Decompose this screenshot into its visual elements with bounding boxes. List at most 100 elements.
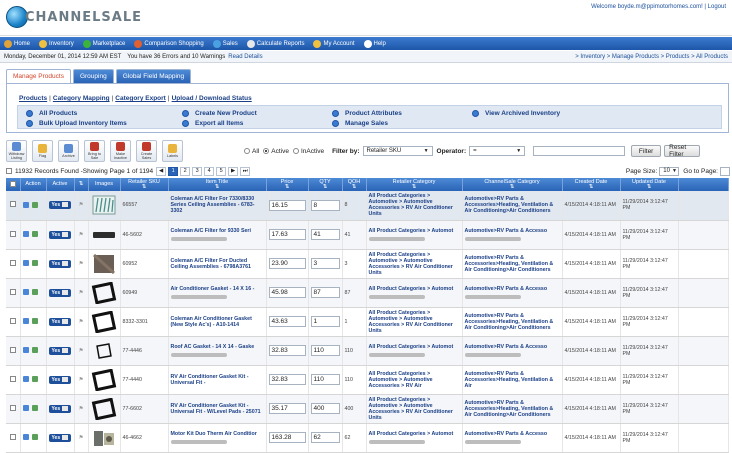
row-flag-cell[interactable]: ⚑ [74,220,89,250]
col-qty[interactable]: QTY ⇅ [308,178,343,191]
table-row[interactable]: Yes ⚑ 8332-3301 Coleman Air Conditioner Gas… [6,307,729,337]
row-image-cell[interactable] [88,249,121,279]
qty-input[interactable]: 110 [310,374,340,385]
col-channelsale-category[interactable]: ChannelSale Category ⇅ [462,178,563,191]
row-image-cell[interactable] [88,220,121,250]
row-flag-cell[interactable]: ⚑ [74,307,89,337]
row-image-cell[interactable] [88,278,121,308]
next-page-button[interactable]: ▶ [228,166,239,176]
col-item-title[interactable]: Item Title ⇅ [168,178,267,191]
row-flag-cell[interactable]: ⚑ [74,278,89,308]
edit-icon[interactable] [22,434,29,441]
copy-icon[interactable] [31,405,38,412]
edit-icon[interactable] [22,289,29,296]
qty-input[interactable]: 400 [310,403,340,414]
row-checkbox[interactable] [9,404,16,411]
price-input[interactable]: 43.63 [268,316,306,327]
filter-by-select[interactable]: Retailer SKU ▼ [362,146,433,156]
price-input[interactable]: 163.28 [268,432,306,443]
active-toggle[interactable]: Yes [48,230,72,239]
row-checkbox[interactable] [9,346,16,353]
toolbar-sale-button[interactable]: Bring to Sale [84,140,105,162]
row-title[interactable]: Coleman Air Conditioner Gasket (New Styl… [171,316,264,328]
edit-icon[interactable] [22,260,29,267]
sublink-category-mapping[interactable]: Category Mapping [53,95,110,102]
copy-icon[interactable] [31,376,38,383]
table-row[interactable]: Yes ⚑ 77-6602 RV Air Conditioner Gasket Kit… [6,394,729,424]
edit-icon[interactable] [22,318,29,325]
qty-input[interactable]: 110 [310,345,340,356]
qty-input[interactable]: 62 [310,432,340,443]
welcome-text[interactable]: Welcome boyde.m@ppimotorhomes.com! | Log… [591,4,726,10]
qty-input[interactable]: 87 [310,287,340,298]
filter-value-input[interactable] [533,146,626,156]
row-checkbox[interactable] [9,433,16,440]
table-row[interactable]: Yes ⚑ 77-4446 Roof AC Gasket - 14 X 14 - Ga… [6,336,729,366]
pager-checkbox[interactable] [6,168,12,174]
row-select-cell[interactable] [6,336,21,366]
row-title[interactable]: Motor Kit Duo Therm Air Conditior [171,431,264,437]
edit-icon[interactable] [22,405,29,412]
sublink-upload-download-status[interactable]: Upload / Download Status [172,95,252,102]
row-checkbox[interactable] [9,259,16,266]
radio-active[interactable] [263,148,270,154]
price-input[interactable]: 35.17 [268,403,306,414]
radio-inactive[interactable] [292,148,299,154]
nav-help[interactable]: Help [363,39,386,48]
tab-manage-products[interactable]: Manage Products [6,69,71,83]
sublink-products[interactable]: Products [19,95,47,102]
table-row[interactable]: Yes ⚑ 46-5602 Coleman A/C Filter for 9330 S… [6,220,729,250]
reset-filter-button[interactable]: Reset Filter [664,144,701,158]
copy-icon[interactable] [31,347,38,354]
row-select-cell[interactable] [6,220,21,250]
last-page-button[interactable]: ⏭ [240,166,251,176]
nav-reports[interactable]: Calculate Reports [246,39,304,48]
row-title[interactable]: RV Air Conditioner Gasket Kit - Universa… [171,374,264,386]
qty-input[interactable]: 41 [310,229,340,240]
row-title[interactable]: Roof AC Gasket - 14 X 14 - Gaske [171,344,264,350]
price-input[interactable]: 45.98 [268,287,306,298]
row-select-cell[interactable] [6,307,21,337]
toolbar-withdraw-button[interactable]: Withdraw Listing [6,140,27,162]
action-product-attributes[interactable]: Product Attributes [332,108,472,118]
active-toggle[interactable]: Yes [48,317,72,326]
read-details-link[interactable]: Read Details [228,54,262,60]
copy-icon[interactable] [31,231,38,238]
row-select-cell[interactable] [6,365,21,395]
nav-comparison[interactable]: Comparison Shopping [134,39,204,48]
edit-icon[interactable] [22,347,29,354]
active-toggle[interactable]: Yes [48,433,72,442]
select-all-checkbox[interactable] [9,180,16,187]
row-flag-cell[interactable]: ⚑ [74,336,89,366]
table-row[interactable]: Yes ⚑ 66557 Coleman A/C Filter For 7330/833… [6,191,729,221]
row-flag-cell[interactable]: ⚑ [74,191,89,221]
page-1-button[interactable]: 1 [168,166,179,176]
tab-global-field-mapping[interactable]: Global Field Mapping [115,69,192,83]
col-retailer-category[interactable]: Retailer Category ⇅ [366,178,463,191]
row-image-cell[interactable] [88,307,121,337]
table-row[interactable]: Yes ⚑ 77-4440 RV Air Conditioner Gasket Kit… [6,365,729,395]
row-flag-cell[interactable]: ⚑ [74,394,89,424]
page-5-button[interactable]: 5 [216,166,227,176]
toolbar-archive-button[interactable]: Archive [58,140,79,162]
active-toggle[interactable]: Yes [48,259,72,268]
page-size-select[interactable]: 10 ▼ [659,166,680,176]
radio-all[interactable] [244,148,250,154]
copy-icon[interactable] [31,289,38,296]
action-manage-sales[interactable]: Manage Sales [332,118,472,128]
goto-page-input[interactable] [720,166,730,176]
row-title[interactable]: Coleman A/C Filter for 9330 Seri [171,228,264,234]
nav-account[interactable]: My Account [313,39,355,48]
edit-icon[interactable] [22,231,29,238]
table-row[interactable]: Yes ⚑ 60949 Air Conditioner Gasket - 14 X 1… [6,278,729,308]
active-toggle[interactable]: Yes [48,346,72,355]
row-image-cell[interactable] [88,394,121,424]
filter-button[interactable]: Filter [631,145,662,157]
nav-marketplace[interactable]: Marketplace [82,39,125,48]
row-title[interactable]: Coleman A/C Filter For Ducted Ceiling As… [171,258,264,270]
toolbar-flag-button[interactable]: Flag [32,140,53,162]
row-checkbox[interactable] [9,230,16,237]
row-flag-cell[interactable]: ⚑ [74,365,89,395]
nav-inventory[interactable]: Inventory [39,39,74,48]
toolbar-labels-button[interactable]: Labels [162,140,183,162]
